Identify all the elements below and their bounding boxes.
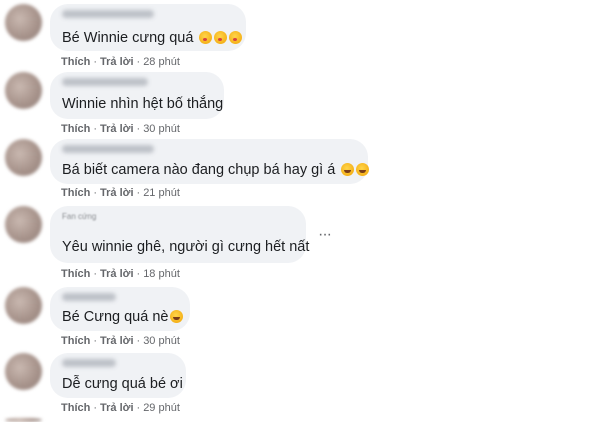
like-link[interactable]: Thích <box>61 268 90 280</box>
comment-bubble: Fan cứng Yêu winnie ghê, người gì cưng h… <box>50 206 310 263</box>
like-link[interactable]: Thích <box>61 123 90 135</box>
comment-text-content: Bé Cưng quá nè <box>62 309 169 325</box>
commenter-avatar[interactable] <box>5 353 42 390</box>
like-link[interactable]: Thích <box>61 187 90 199</box>
reply-link[interactable]: Trả lời <box>100 402 134 414</box>
commenter-name[interactable] <box>62 145 154 153</box>
laugh-emoji-icon <box>356 163 370 176</box>
separator-dot: · <box>93 268 98 280</box>
comment-text: Dễ cưng quá bé ơi <box>62 376 183 392</box>
reply-link[interactable]: Trả lời <box>100 56 134 68</box>
comment-text-content: Bá biết camera nào đang chụp bá hay gì á <box>62 162 336 178</box>
more-options-icon[interactable]: ··· <box>318 226 332 244</box>
grin-emoji-icon <box>170 310 184 323</box>
comment-actions: Thích · Trả lời · 29 phút <box>61 402 180 414</box>
commenter-name[interactable] <box>62 293 116 301</box>
separator-dot: · <box>136 123 141 135</box>
comment-timestamp[interactable]: 30 phút <box>143 123 180 135</box>
comment-timestamp[interactable]: 28 phút <box>143 56 180 68</box>
comment-actions: Thích · Trả lời · 18 phút <box>61 268 180 280</box>
comment-text-content: Bé Winnie cưng quá <box>62 30 194 46</box>
reply-link[interactable]: Trả lời <box>100 335 134 347</box>
separator-dot: · <box>93 402 98 414</box>
like-link[interactable]: Thích <box>61 335 90 347</box>
reply-link[interactable]: Trả lời <box>100 123 134 135</box>
reply-link[interactable]: Trả lời <box>100 187 134 199</box>
laugh-emoji-icon <box>341 163 355 176</box>
like-link[interactable]: Thích <box>61 402 90 414</box>
separator-dot: · <box>136 402 141 414</box>
commenter-avatar[interactable] <box>5 72 42 109</box>
comment-bubble: Bé Cưng quá nè <box>50 287 190 331</box>
separator-dot: · <box>136 335 141 347</box>
separator-dot: · <box>136 268 141 280</box>
kiss-emoji-icon <box>199 31 213 44</box>
comment-actions: Thích · Trả lời · 21 phút <box>61 187 180 199</box>
like-link[interactable]: Thích <box>61 56 90 68</box>
comment-timestamp[interactable]: 21 phút <box>143 187 180 199</box>
comment-actions: Thích · Trả lời · 30 phút <box>61 123 180 135</box>
separator-dot: · <box>93 187 98 199</box>
comment-text: Winnie nhìn hệt bố thắng <box>62 96 224 112</box>
comment-text: Bé Winnie cưng quá <box>62 30 243 46</box>
commenter-avatar[interactable] <box>5 139 42 176</box>
comment-bubble: Bé Winnie cưng quá <box>50 4 246 51</box>
separator-dot: · <box>93 56 98 68</box>
separator-dot: · <box>93 335 98 347</box>
comment-bubble: Bá biết camera nào đang chụp bá hay gì á <box>50 139 370 184</box>
comment-timestamp[interactable]: 29 phút <box>143 402 180 414</box>
kiss-emoji-icon <box>229 31 243 44</box>
top-fan-badge: Fan cứng <box>62 212 97 221</box>
comment-bubble: Winnie nhìn hệt bố thắng <box>50 72 224 119</box>
commenter-avatar[interactable] <box>5 206 42 243</box>
separator-dot: · <box>93 123 98 135</box>
comment-text: Bá biết camera nào đang chụp bá hay gì á <box>62 162 370 178</box>
reply-link[interactable]: Trả lời <box>100 268 134 280</box>
comment-bubble: Dễ cưng quá bé ơi <box>50 353 186 398</box>
commenter-avatar[interactable] <box>5 4 42 41</box>
comment-actions: Thích · Trả lời · 30 phút <box>61 335 180 347</box>
kiss-emoji-icon <box>214 31 228 44</box>
commenter-name[interactable] <box>62 78 148 86</box>
commenter-avatar[interactable] <box>5 418 42 422</box>
separator-dot: · <box>136 56 141 68</box>
commenter-name[interactable] <box>62 359 116 367</box>
comment-text: Bé Cưng quá nè <box>62 309 184 325</box>
comment-actions: Thích · Trả lời · 28 phút <box>61 56 180 68</box>
commenter-avatar[interactable] <box>5 287 42 324</box>
separator-dot: · <box>136 187 141 199</box>
comment-timestamp[interactable]: 18 phút <box>143 268 180 280</box>
comment-text: Yêu winnie ghê, người gì cưng hết nất <box>62 239 310 255</box>
comment-timestamp[interactable]: 30 phút <box>143 335 180 347</box>
commenter-name[interactable] <box>62 10 154 18</box>
